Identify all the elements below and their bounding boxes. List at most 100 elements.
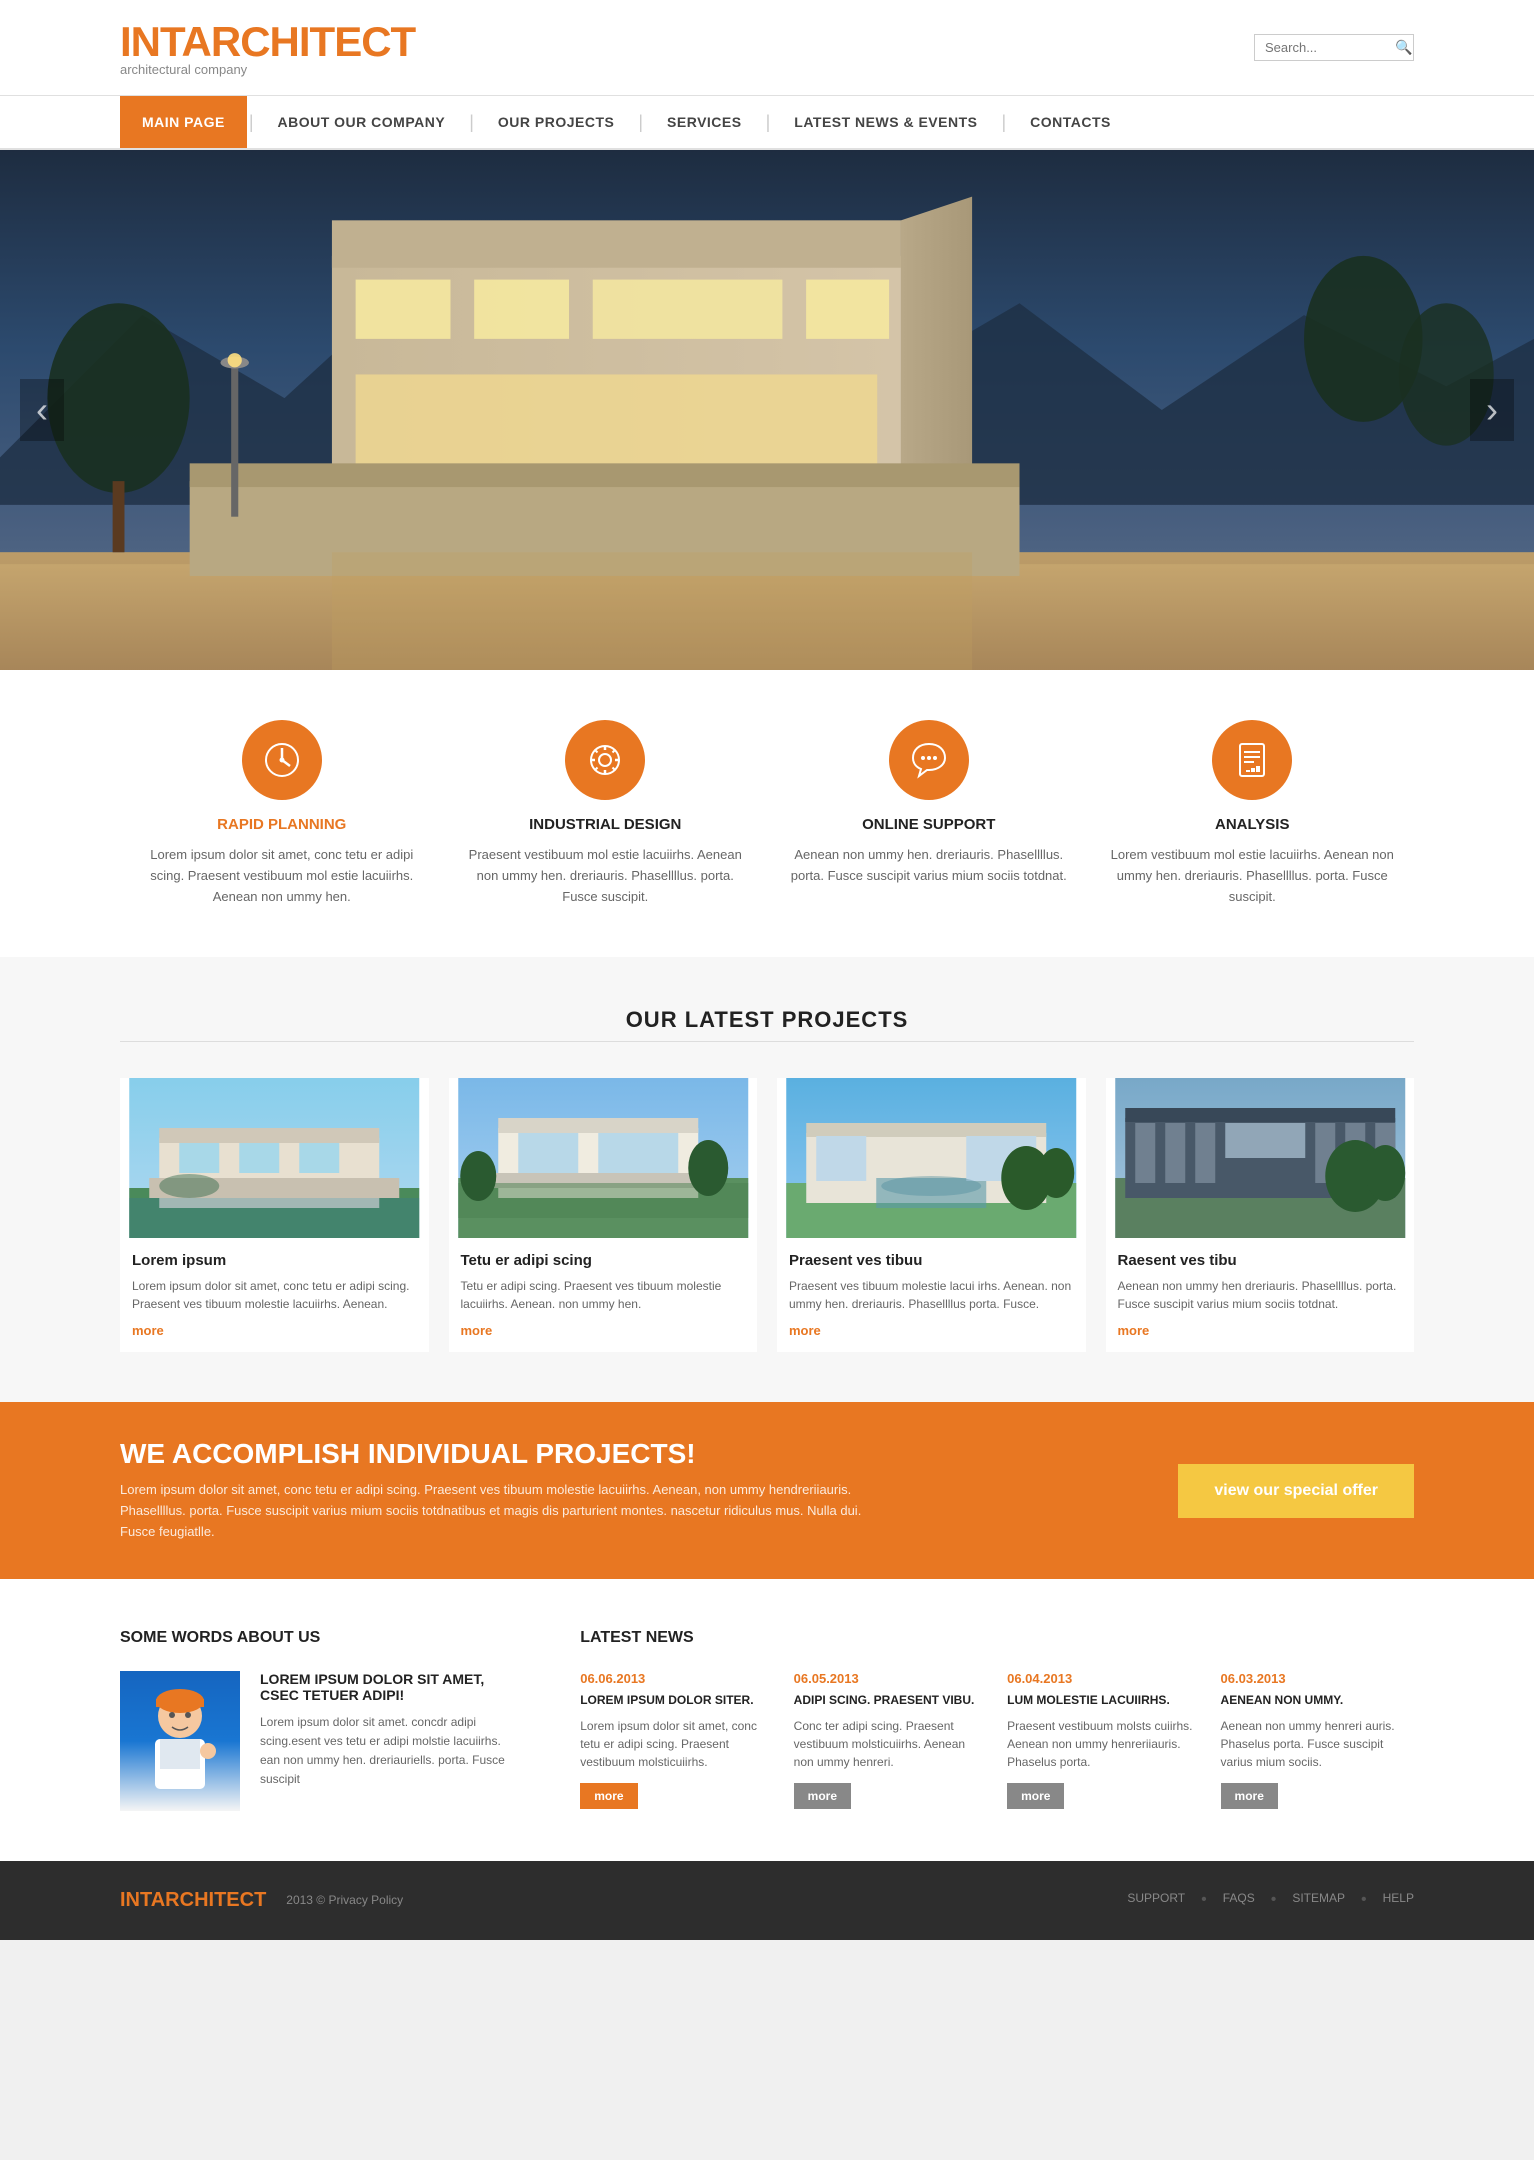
project-more-3[interactable]: more [789, 1323, 1074, 1338]
footer-link-support[interactable]: SUPPORT [1127, 1891, 1185, 1909]
nav-separator-3: | [636, 112, 645, 133]
nav-item-contacts[interactable]: CONTACTS [1008, 96, 1133, 148]
feature-online-support: ONLINE SUPPORT Aenean non ummy hen. drer… [767, 720, 1091, 907]
logo-text: INTARCHITECT [120, 18, 415, 66]
news-headline-4: AENEAN NON UMMY. [1221, 1692, 1414, 1709]
project-desc-2: Tetu er adipi scing. Praesent ves tibuum… [461, 1277, 746, 1313]
news-desc-1: Lorem ipsum dolor sit amet, conc tetu er… [580, 1717, 773, 1771]
project-card-2: Tetu er adipi scing Tetu er adipi scing.… [449, 1078, 758, 1352]
nav-item-projects[interactable]: OUR PROJECTS [476, 96, 636, 148]
footer-dot-2: • [1271, 1891, 1277, 1909]
analysis-icon [1212, 720, 1292, 800]
slider-prev-arrow[interactable]: ‹ [20, 379, 64, 441]
news-date-3: 06.04.2013 [1007, 1671, 1200, 1686]
footer-dot-1: • [1201, 1891, 1207, 1909]
news-desc-2: Conc ter adipi scing. Praesent vestibuum… [794, 1717, 987, 1771]
feature-title-industrial: INDUSTRIAL DESIGN [464, 816, 748, 833]
logo-int: INT [120, 18, 182, 65]
search-box[interactable]: 🔍 [1254, 34, 1414, 61]
banner-desc: Lorem ipsum dolor sit amet, conc tetu er… [120, 1480, 900, 1542]
footer-link-sitemap[interactable]: SITEMAP [1292, 1891, 1345, 1909]
news-grid: 06.06.2013 LOREM IPSUM DOLOR SITER. Lore… [580, 1671, 1414, 1809]
feature-analysis: ANALYSIS Lorem vestibuum mol estie lacui… [1091, 720, 1415, 907]
feature-desc-rapid: Lorem ipsum dolor sit amet, conc tetu er… [140, 845, 424, 907]
nav-separator-1: | [247, 112, 256, 133]
about-us-section: SOME WORDS ABOUT US [120, 1629, 520, 1811]
rapid-planning-icon [242, 720, 322, 800]
banner-title: WE ACCOMPLISH INDIVIDUAL PROJECTS! [120, 1438, 900, 1470]
footer-link-help[interactable]: HELP [1383, 1891, 1414, 1909]
search-icon[interactable]: 🔍 [1395, 39, 1412, 56]
project-title-1: Lorem ipsum [132, 1252, 417, 1269]
nav-separator-4: | [764, 112, 773, 133]
news-more-btn-3[interactable]: more [1007, 1783, 1064, 1809]
news-date-1: 06.06.2013 [580, 1671, 773, 1686]
news-more-btn-2[interactable]: more [794, 1783, 851, 1809]
feature-desc-support: Aenean non ummy hen. dreriauris. Phasell… [787, 845, 1071, 887]
feature-title-rapid: RAPID PLANNING [140, 816, 424, 833]
project-title-4: Raesent ves tibu [1118, 1252, 1403, 1269]
news-date-4: 06.03.2013 [1221, 1671, 1414, 1686]
footer-logo-int: INT [120, 1889, 151, 1911]
project-more-4[interactable]: more [1118, 1323, 1403, 1338]
feature-rapid-planning: RAPID PLANNING Lorem ipsum dolor sit ame… [120, 720, 444, 907]
search-input[interactable] [1265, 40, 1395, 55]
feature-desc-industrial: Praesent vestibuum mol estie lacuiirhs. … [464, 845, 748, 907]
news-headline-1: LOREM IPSUM DOLOR SITER. [580, 1692, 773, 1709]
navigation: MAIN PAGE | ABOUT OUR COMPANY | OUR PROJ… [0, 96, 1534, 150]
project-desc-3: Praesent ves tibuum molestie lacui irhs.… [789, 1277, 1074, 1313]
news-date-2: 06.05.2013 [794, 1671, 987, 1686]
special-offer-button[interactable]: view our special offer [1178, 1464, 1414, 1518]
banner-left: WE ACCOMPLISH INDIVIDUAL PROJECTS! Lorem… [120, 1438, 900, 1542]
news-desc-4: Aenean non ummy henreri auris. Phaselus … [1221, 1717, 1414, 1771]
project-title-3: Praesent ves tibuu [789, 1252, 1074, 1269]
project-more-2[interactable]: more [461, 1323, 746, 1338]
project-title-2: Tetu er adipi scing [461, 1252, 746, 1269]
nav-item-about[interactable]: ABOUT OUR COMPANY [256, 96, 468, 148]
feature-desc-analysis: Lorem vestibuum mol estie lacuiirhs. Aen… [1111, 845, 1395, 907]
nav-separator-5: | [999, 112, 1008, 133]
feature-title-analysis: ANALYSIS [1111, 816, 1395, 833]
news-item-1: 06.06.2013 LOREM IPSUM DOLOR SITER. Lore… [580, 1671, 773, 1809]
news-headline-2: ADIPI SCING. PRAESENT VIBU. [794, 1692, 987, 1709]
online-support-icon [889, 720, 969, 800]
logo-subtitle: architectural company [120, 62, 415, 77]
about-photo [120, 1671, 240, 1811]
news-headline-3: LUM MOLESTIE LACUIIRHS. [1007, 1692, 1200, 1709]
about-person-name: LOREM IPSUM DOLOR SIT AMET, CSEC TETUER … [260, 1671, 520, 1703]
nav-separator-2: | [467, 112, 476, 133]
about-us-title: SOME WORDS ABOUT US [120, 1629, 520, 1647]
project-img-3 [777, 1078, 1086, 1238]
project-content-1: Lorem ipsum Lorem ipsum dolor sit amet, … [120, 1238, 429, 1352]
projects-section: OUR LATEST PROJECTS [0, 957, 1534, 1402]
about-person-desc: Lorem ipsum dolor sit amet. concdr adipi… [260, 1713, 520, 1790]
projects-section-title: OUR LATEST PROJECTS [120, 1007, 1414, 1033]
project-card-1: Lorem ipsum Lorem ipsum dolor sit amet, … [120, 1078, 429, 1352]
features-section: RAPID PLANNING Lorem ipsum dolor sit ame… [0, 670, 1534, 957]
projects-grid: Lorem ipsum Lorem ipsum dolor sit amet, … [120, 1078, 1414, 1352]
project-desc-1: Lorem ipsum dolor sit amet, conc tetu er… [132, 1277, 417, 1313]
logo: INTARCHITECT architectural company [120, 18, 415, 77]
nav-item-services[interactable]: SERVICES [645, 96, 764, 148]
about-text-content: LOREM IPSUM DOLOR SIT AMET, CSEC TETUER … [260, 1671, 520, 1811]
project-desc-4: Aenean non ummy hen dreriauris. Phaselll… [1118, 1277, 1403, 1313]
footer-link-faqs[interactable]: FAQS [1223, 1891, 1255, 1909]
project-more-1[interactable]: more [132, 1323, 417, 1338]
project-img-1 [120, 1078, 429, 1238]
bottom-section: SOME WORDS ABOUT US [0, 1579, 1534, 1861]
nav-item-news[interactable]: LATEST NEWS & EVENTS [772, 96, 999, 148]
footer-links: SUPPORT • FAQS • SITEMAP • HELP [1127, 1891, 1414, 1909]
feature-title-support: ONLINE SUPPORT [787, 816, 1071, 833]
latest-news-section: LATEST NEWS 06.06.2013 LOREM IPSUM DOLOR… [580, 1629, 1414, 1811]
footer-logo-architect: ARCHITECT [151, 1889, 267, 1911]
footer-logo: INTARCHITECT [120, 1889, 266, 1912]
news-item-3: 06.04.2013 LUM MOLESTIE LACUIIRHS. Praes… [1007, 1671, 1200, 1809]
slider-next-arrow[interactable]: › [1470, 379, 1514, 441]
news-more-btn-1[interactable]: more [580, 1783, 637, 1809]
news-more-btn-4[interactable]: more [1221, 1783, 1278, 1809]
hero-slider: ‹ › [0, 150, 1534, 670]
latest-news-title: LATEST NEWS [580, 1629, 1414, 1647]
nav-item-main-page[interactable]: MAIN PAGE [120, 96, 247, 148]
project-content-4: Raesent ves tibu Aenean non ummy hen dre… [1106, 1238, 1415, 1352]
industrial-design-icon [565, 720, 645, 800]
